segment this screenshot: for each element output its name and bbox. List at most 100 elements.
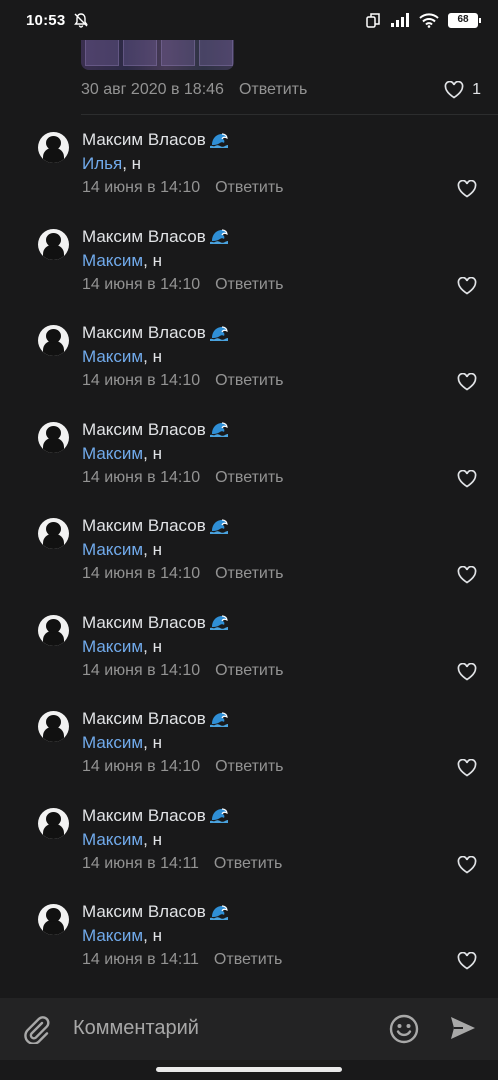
avatar[interactable] xyxy=(38,904,69,935)
reply-button[interactable]: Ответить xyxy=(215,662,283,680)
reply-button[interactable]: Ответить xyxy=(215,565,283,583)
heart-icon[interactable] xyxy=(457,566,477,584)
author-name[interactable]: Максим Власов xyxy=(82,613,206,633)
comment-meta: 14 июня в 14:10 Ответить xyxy=(82,276,284,294)
comment-item: Максим Власов Максим, н 14 июня в 14:10 … xyxy=(0,227,498,307)
status-icons: 68 xyxy=(365,12,481,28)
heart-icon[interactable] xyxy=(457,662,477,681)
comment-date: 14 июня в 14:10 xyxy=(82,565,201,582)
comment-item: Максим Власов Максим, н 14 июня в 14:10 … xyxy=(0,323,498,403)
author-name-row[interactable]: Максим Власов xyxy=(82,323,229,343)
heart-icon[interactable] xyxy=(457,180,477,198)
mention-link[interactable]: Максим xyxy=(82,733,143,752)
author-name-row[interactable]: Максим Власов xyxy=(82,613,229,633)
emoji-icon[interactable] xyxy=(389,1014,419,1044)
avatar[interactable] xyxy=(38,325,69,356)
reply-button[interactable]: Ответить xyxy=(214,855,282,873)
author-name[interactable]: Максим Власов xyxy=(82,323,206,343)
mention-link[interactable]: Максим xyxy=(82,444,143,463)
mention-link[interactable]: Илья xyxy=(82,154,122,173)
author-name[interactable]: Максим Власов xyxy=(82,709,206,729)
battery-icon: 68 xyxy=(448,12,481,28)
author-name-row[interactable]: Максим Власов xyxy=(82,902,229,922)
wifi-icon xyxy=(419,12,439,28)
comment-composer: Комментарий xyxy=(0,998,498,1060)
mention-link[interactable]: Максим xyxy=(82,540,143,559)
heart-icon[interactable] xyxy=(457,759,477,777)
mention-link[interactable]: Максим xyxy=(82,251,143,270)
comment-meta: 14 июня в 14:10 Ответить xyxy=(82,565,284,583)
like-count: 1 xyxy=(472,81,481,98)
divider xyxy=(81,114,498,115)
comment-body: , н xyxy=(143,540,162,559)
comment-meta: 14 июня в 14:10 Ответить xyxy=(82,372,284,390)
reply-button[interactable]: Ответить xyxy=(215,276,283,294)
mention-link[interactable]: Максим xyxy=(82,830,143,849)
comment-date: 14 июня в 14:10 xyxy=(82,468,201,486)
heart-icon[interactable] xyxy=(457,276,477,295)
heart-icon[interactable] xyxy=(457,373,477,391)
send-icon[interactable] xyxy=(449,1014,477,1042)
reply-button[interactable]: Ответить xyxy=(215,469,283,487)
heart-icon xyxy=(444,81,464,99)
comment-body: , н xyxy=(143,829,162,849)
author-name[interactable]: Максим Власов xyxy=(82,806,206,826)
heart-icon[interactable] xyxy=(457,469,477,488)
comment-text: Максим, н xyxy=(82,830,162,850)
avatar[interactable] xyxy=(38,421,69,453)
attach-icon[interactable] xyxy=(22,1014,50,1044)
comment-body: , н xyxy=(143,926,162,945)
avatar[interactable] xyxy=(38,518,69,549)
author-name-row[interactable]: Максим Власов xyxy=(82,709,229,729)
comment-item: Максим Власов Максим, н 14 июня в 14:10 … xyxy=(0,516,498,596)
home-indicator[interactable] xyxy=(156,1067,342,1072)
comment-date: 14 июня в 14:11 xyxy=(82,854,199,872)
comment-text: Максим, н xyxy=(82,926,162,946)
reply-button[interactable]: Ответить xyxy=(215,179,283,197)
reply-button[interactable]: Ответить xyxy=(215,372,283,390)
like-button[interactable]: 1 xyxy=(444,81,481,99)
mention-link[interactable]: Максим xyxy=(82,347,143,366)
wave-emoji-icon xyxy=(209,808,228,823)
reply-button[interactable]: Ответить xyxy=(215,758,283,776)
comment-date: 14 июня в 14:10 xyxy=(82,275,201,293)
comment-item: Максим Власов Максим, н 14 июня в 14:11 … xyxy=(0,902,498,982)
heart-icon[interactable] xyxy=(457,855,477,874)
author-name-row[interactable]: Максим Власов xyxy=(82,516,229,536)
comment-body: , н xyxy=(122,154,142,173)
avatar[interactable] xyxy=(38,614,69,646)
signal-icon xyxy=(391,13,409,27)
wave-emoji-icon xyxy=(209,518,228,534)
reply-button[interactable]: Ответить xyxy=(214,951,282,969)
avatar[interactable] xyxy=(38,228,69,260)
author-name-row[interactable]: Максим Власов xyxy=(82,420,229,440)
author-name-row[interactable]: Максим Власов xyxy=(82,227,229,247)
status-bar: 10:53 68 xyxy=(0,0,498,40)
avatar[interactable] xyxy=(38,711,69,742)
comment-date: 14 июня в 14:10 xyxy=(82,372,201,389)
author-name[interactable]: Максим Власов xyxy=(82,130,206,150)
avatar[interactable] xyxy=(38,132,69,163)
wave-emoji-icon xyxy=(209,132,228,148)
mention-link[interactable]: Максим xyxy=(82,637,143,656)
wave-emoji-icon xyxy=(209,422,228,437)
wave-emoji-icon xyxy=(209,229,228,244)
mention-link[interactable]: Максим xyxy=(82,926,143,945)
author-name[interactable]: Максим Власов xyxy=(82,227,206,247)
wave-emoji-icon xyxy=(209,904,228,920)
author-name[interactable]: Максим Власов xyxy=(82,902,206,922)
comment-input[interactable]: Комментарий xyxy=(73,1017,199,1040)
comment-item: Максим Власов Максим, н 14 июня в 14:10 … xyxy=(0,709,498,789)
author-name[interactable]: Максим Власов xyxy=(82,420,206,440)
comment-text: Максим, н xyxy=(82,347,162,367)
reply-button[interactable]: Ответить xyxy=(239,81,307,99)
author-name[interactable]: Максим Власов xyxy=(82,516,206,536)
author-name-row[interactable]: Максим Власов xyxy=(82,806,229,826)
comment-item: Максим Власов Максим, н 14 июня в 14:10 … xyxy=(0,613,498,693)
comment-item: Максим Власов Максим, н 14 июня в 14:10 … xyxy=(0,420,498,500)
avatar[interactable] xyxy=(38,807,69,839)
heart-icon[interactable] xyxy=(457,952,477,970)
wave-emoji-icon xyxy=(209,615,228,630)
comment-text: Максим, н xyxy=(82,444,162,464)
author-name-row[interactable]: Максим Власов xyxy=(82,130,229,150)
